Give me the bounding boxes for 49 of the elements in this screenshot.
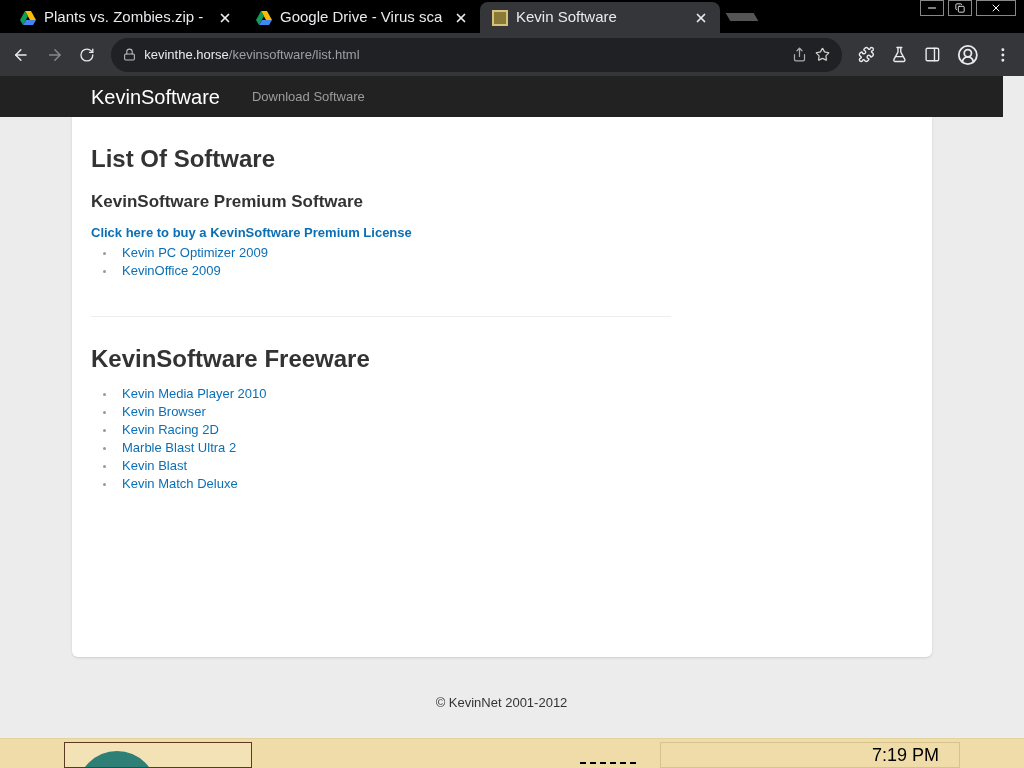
profile-icon[interactable] [956, 43, 979, 66]
footer-text: © KevinNet 2001-2012 [434, 694, 569, 712]
browser-tab[interactable]: Google Drive - Virus sca [244, 2, 480, 33]
software-link[interactable]: Marble Blast Ultra 2 [114, 438, 237, 458]
address-bar[interactable]: kevinthe.horse/kevinsoftware/list.html [111, 37, 843, 72]
software-link[interactable]: KevinOffice 2009 [114, 261, 221, 281]
software-link[interactable]: Kevin Blast [114, 456, 188, 476]
reload-icon[interactable] [79, 46, 96, 63]
software-link[interactable]: Kevin Browser [114, 402, 206, 422]
section-heading: KevinSoftware Freeware [91, 344, 371, 374]
minimize-icon[interactable] [920, 0, 944, 16]
extensions-icon[interactable] [858, 46, 876, 63]
bullet-icon [103, 392, 106, 396]
share-icon[interactable] [792, 47, 808, 62]
tab-title: Google Drive - Virus sca [280, 7, 444, 28]
new-tab-icon[interactable] [725, 13, 759, 21]
bullet-icon [103, 446, 106, 450]
browser-tab[interactable]: Plants vs. Zombies.zip - [8, 2, 244, 33]
software-link[interactable]: Kevin Match Deluxe [114, 474, 238, 494]
bookmark-star-icon[interactable] [815, 47, 831, 62]
bullet-icon [103, 464, 106, 468]
section-heading: KevinSoftware Premium Software [91, 191, 365, 213]
flask-icon[interactable] [891, 46, 908, 63]
clock-time: 7:19 PM [871, 743, 939, 767]
tab-title: Kevin Software [516, 7, 618, 28]
bullet-icon [103, 482, 106, 486]
bullet-icon [103, 251, 106, 255]
site-favicon-icon [492, 9, 508, 26]
side-panel-icon[interactable] [923, 46, 941, 63]
premium-license-link[interactable]: Click here to buy a KevinSoftware Premium License [91, 222, 671, 242]
taskbar-window-button[interactable] [64, 742, 252, 768]
tab-title: Plants vs. Zombies.zip - [44, 7, 205, 28]
bullet-icon [103, 410, 106, 414]
bullet-icon [103, 428, 106, 432]
software-link[interactable]: Kevin PC Optimizer 2009 [114, 243, 268, 263]
restore-icon[interactable] [948, 0, 972, 16]
page-title: List Of Software [91, 144, 277, 174]
software-link[interactable]: Kevin Racing 2D [114, 420, 219, 440]
software-link[interactable]: Kevin Media Player 2010 [114, 384, 267, 404]
lock-icon [123, 48, 137, 61]
drive-logo-icon [20, 10, 36, 25]
brand-link[interactable]: KevinSoftware [91, 81, 220, 112]
bullet-icon [103, 269, 106, 273]
browser-tab[interactable]: Kevin Software [480, 2, 720, 33]
close-icon[interactable] [976, 0, 1016, 16]
nav-link[interactable]: Download Software [251, 86, 365, 107]
url-host: kevinthe.horse [144, 46, 229, 62]
drive-logo-icon [256, 10, 272, 25]
url-path: /kevinsoftware/list.html [228, 46, 360, 62]
